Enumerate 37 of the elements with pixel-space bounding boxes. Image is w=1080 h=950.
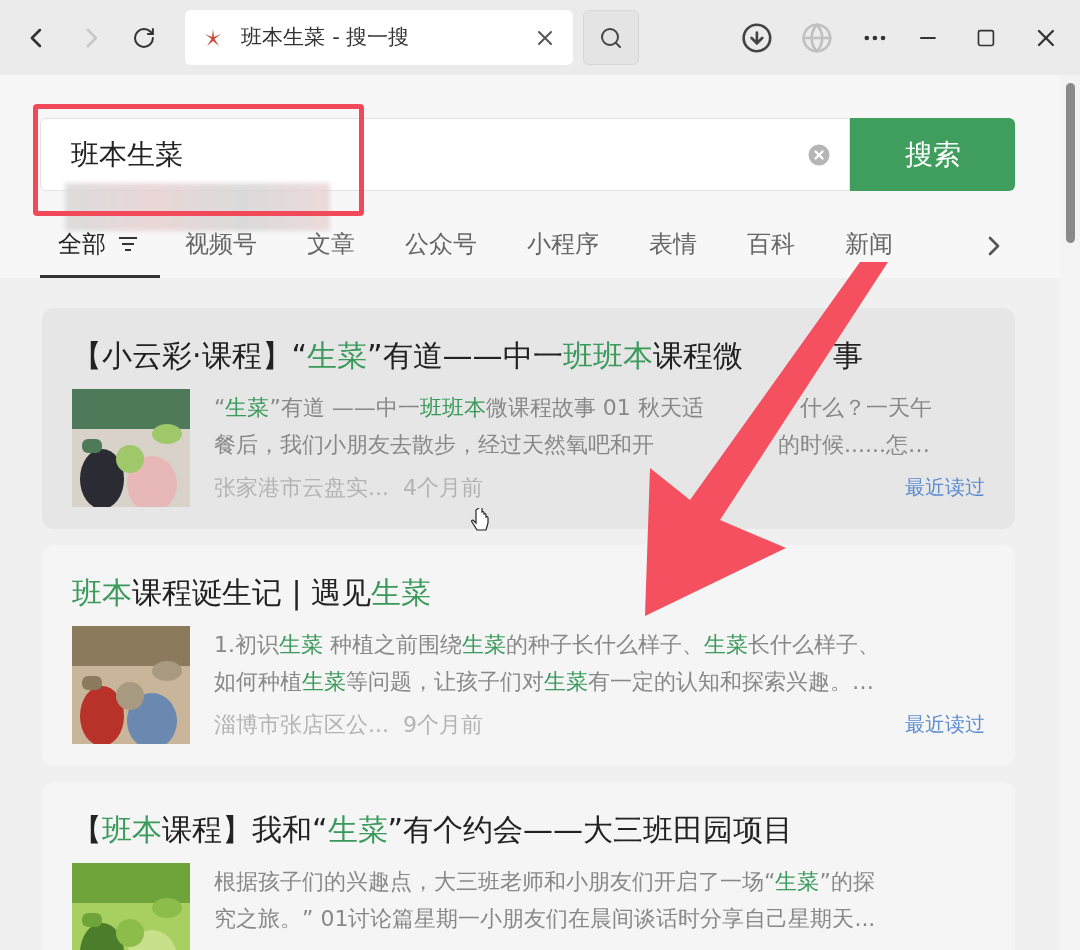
search-field[interactable]: 班本生菜 [40,118,850,191]
search-icon [599,25,624,50]
filter-tab[interactable]: 新闻 [820,213,918,278]
recently-read-label: 最近读过 [905,474,985,501]
result-snippet: 究之旅。” 01讨论篇星期一小朋友们在晨间谈话时分享自己星期天... [214,905,876,933]
result-title: 班本课程诞生记 | 遇见生菜 [72,574,432,613]
filter-tab[interactable]: 视频号 [160,213,282,278]
result-snippet: 1.初识生菜 种植之前围绕生菜的种子长什么样子、生菜长什么样子、 [214,631,880,659]
search-tab-button[interactable] [583,10,639,65]
result-snippet: 什么？一天午 [799,394,932,422]
result-snippet: “生菜”有道 ——中一班班本微课程故事 01 秋天适 [214,394,704,422]
source-name: 淄博市张店区公... [214,711,389,739]
download-icon[interactable] [741,21,773,54]
filter-tab[interactable]: 表情 [624,213,722,278]
result-card[interactable]: 班本课程诞生记 | 遇见生菜 1.初识生菜 种植之前围绕生菜的种子长什么样子、生菜长什么样子、 如何种植生菜等问题，让孩子们对生菜有一定的认知和探索兴趣。… 淄博市张店区公... 9个月前 最近读过 [42,545,1015,766]
result-title: 【班本课程】我和“生菜”有个约会——大三班田园项目 [72,811,794,849]
tab-title: 班本生菜 - 搜一搜 [241,23,410,51]
result-snippet: 根据孩子们的兴趣点，大三班老师和小朋友们开启了一场“生菜”的探 [214,868,875,896]
maximize-icon[interactable] [976,27,997,48]
filter-tab[interactable]: 公众号 [380,213,502,278]
browser-tab[interactable]: 班本生菜 - 搜一搜 [185,10,574,65]
search-button[interactable]: 搜索 [850,118,1015,191]
recently-read-label: 最近读过 [905,711,985,738]
filter-tab[interactable]: 百科 [722,213,820,278]
result-card[interactable]: 【班本课程】我和“生菜”有个约会——大三班田园项目 根据孩子们的兴趣点，大三班老师和小朋友们开启了一场“生菜”的探 究之旅。” 01讨论篇星期一小朋友们在晨间谈话时分享自己星期天... [42,782,1015,950]
filter-tab[interactable]: 文章 [282,213,380,278]
scrollbar-thumb[interactable] [1065,83,1075,243]
result-snippet: 如何种植生菜等问题，让孩子们对生菜有一定的认知和探索兴趣。… [214,668,874,696]
result-snippet: 的时候......怎… [778,431,930,459]
publish-time: 9个月前 [403,711,483,739]
filter-tab[interactable]: 小程序 [502,213,624,278]
result-snippet: 餐后，我们小朋友去散步，经过天然氧吧和开 [214,431,654,459]
filter-icon[interactable] [118,236,138,252]
reload-icon[interactable] [131,25,156,50]
filter-tab[interactable]: 全部 [40,213,160,278]
result-title: 【小云彩·课程】“生菜”有道——中一班班本课程微 [72,337,743,375]
result-title: 事 [832,337,863,375]
